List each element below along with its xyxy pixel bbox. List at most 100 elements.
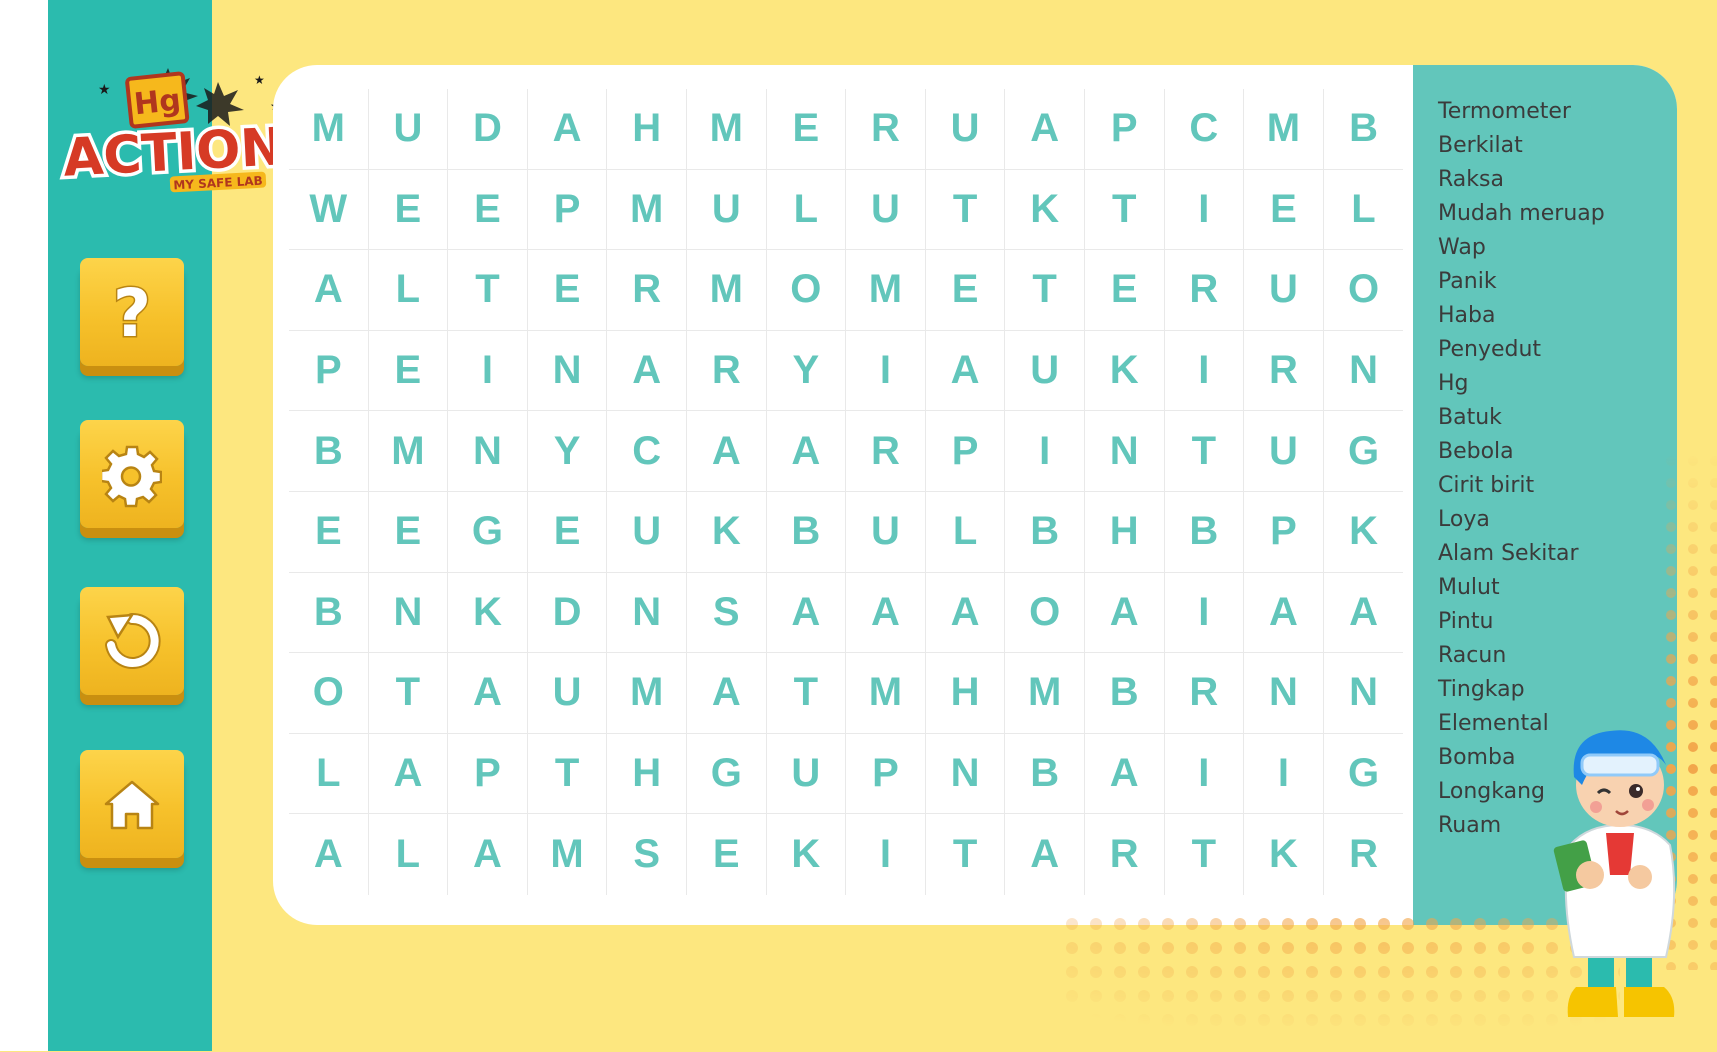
grid-cell[interactable]: A <box>1323 573 1404 654</box>
grid-cell[interactable]: N <box>527 330 608 412</box>
help-button[interactable]: ? <box>80 258 184 376</box>
grid-cell[interactable]: M <box>686 250 767 331</box>
grid-cell[interactable]: H <box>607 89 687 170</box>
grid-cell[interactable]: U <box>527 653 608 734</box>
grid-cell[interactable]: U <box>686 169 767 251</box>
grid-cell[interactable]: M <box>1005 653 1085 734</box>
grid-cell[interactable]: E <box>527 250 608 331</box>
grid-cell[interactable]: H <box>1084 491 1165 573</box>
grid-cell[interactable]: C <box>607 411 687 492</box>
grid-cell[interactable]: I <box>1164 330 1245 412</box>
grid-cell[interactable]: I <box>1005 411 1085 492</box>
grid-cell[interactable]: S <box>607 814 687 895</box>
grid-cell[interactable]: T <box>448 250 528 331</box>
grid-cell[interactable]: A <box>686 653 767 734</box>
grid-cell[interactable]: R <box>846 89 926 170</box>
grid-cell[interactable]: M <box>607 653 687 734</box>
grid-cell[interactable]: K <box>686 491 767 573</box>
grid-cell[interactable]: Y <box>527 411 608 492</box>
grid-cell[interactable]: I <box>1164 169 1245 251</box>
grid-cell[interactable]: L <box>766 169 847 251</box>
grid-cell[interactable]: M <box>686 89 767 170</box>
grid-cell[interactable]: B <box>1323 89 1404 170</box>
grid-cell[interactable]: K <box>1244 814 1324 895</box>
grid-cell[interactable]: I <box>846 814 926 895</box>
home-button[interactable] <box>80 750 184 868</box>
grid-cell[interactable]: W <box>289 169 369 251</box>
grid-cell[interactable]: R <box>686 330 767 412</box>
grid-cell[interactable]: R <box>1085 814 1165 895</box>
grid-cell[interactable]: R <box>846 411 926 492</box>
grid-cell[interactable]: O <box>1005 572 1085 654</box>
grid-cell[interactable]: A <box>607 330 687 412</box>
grid-cell[interactable]: G <box>1323 734 1404 815</box>
grid-cell[interactable]: Y <box>766 330 847 412</box>
grid-cell[interactable]: E <box>925 250 1006 331</box>
grid-cell[interactable]: G <box>1323 411 1404 492</box>
grid-cell[interactable]: A <box>289 814 369 895</box>
grid-cell[interactable]: P <box>846 733 926 815</box>
grid-cell[interactable]: A <box>368 733 449 815</box>
settings-button[interactable] <box>80 420 184 538</box>
grid-cell[interactable]: I <box>1244 733 1324 815</box>
grid-cell[interactable]: U <box>1244 250 1324 331</box>
grid-cell[interactable]: T <box>926 814 1006 895</box>
grid-cell[interactable]: R <box>1324 814 1404 895</box>
grid-cell[interactable]: L <box>1323 170 1404 251</box>
grid-cell[interactable]: A <box>448 653 528 734</box>
grid-cell[interactable]: B <box>1084 653 1165 734</box>
grid-cell[interactable]: D <box>527 572 608 654</box>
grid-cell[interactable]: A <box>766 411 847 492</box>
grid-cell[interactable]: H <box>607 733 687 815</box>
grid-cell[interactable]: O <box>766 250 847 331</box>
grid-cell[interactable]: R <box>1164 653 1245 734</box>
grid-cell[interactable]: E <box>1084 250 1165 331</box>
grid-cell[interactable]: A <box>289 250 369 331</box>
grid-cell[interactable]: C <box>1164 89 1245 170</box>
grid-cell[interactable]: S <box>686 572 767 654</box>
grid-cell[interactable]: T <box>1005 250 1085 331</box>
grid-cell[interactable]: L <box>289 733 369 815</box>
grid-cell[interactable]: M <box>607 169 687 251</box>
grid-cell[interactable]: U <box>766 733 847 815</box>
grid-cell[interactable]: E <box>1244 169 1324 251</box>
grid-cell[interactable]: A <box>1244 572 1324 654</box>
grid-cell[interactable]: M <box>368 411 449 492</box>
grid-cell[interactable]: A <box>766 572 847 654</box>
grid-cell[interactable]: U <box>607 491 687 573</box>
grid-cell[interactable]: A <box>527 89 608 170</box>
grid-cell[interactable]: B <box>1164 491 1245 573</box>
grid-cell[interactable]: L <box>925 491 1006 573</box>
grid-cell[interactable]: N <box>1084 411 1165 492</box>
grid-cell[interactable]: E <box>527 491 608 573</box>
grid-cell[interactable]: E <box>687 814 767 895</box>
grid-cell[interactable]: U <box>846 491 926 573</box>
restart-button[interactable] <box>80 587 184 705</box>
grid-cell[interactable]: T <box>1084 169 1165 251</box>
grid-cell[interactable]: D <box>448 89 528 170</box>
grid-cell[interactable]: E <box>289 491 369 573</box>
grid-cell[interactable]: T <box>1165 814 1245 895</box>
grid-cell[interactable]: E <box>448 169 528 251</box>
grid-cell[interactable]: R <box>607 250 687 331</box>
grid-cell[interactable]: N <box>1244 653 1324 734</box>
grid-cell[interactable]: A <box>925 330 1006 412</box>
grid-cell[interactable]: M <box>1244 89 1324 170</box>
grid-cell[interactable]: O <box>289 653 369 734</box>
grid-cell[interactable]: R <box>1164 250 1245 331</box>
grid-cell[interactable]: K <box>1323 492 1404 573</box>
grid-cell[interactable]: M <box>846 653 926 734</box>
grid-cell[interactable]: K <box>1084 330 1165 412</box>
grid-cell[interactable]: U <box>1005 330 1085 412</box>
grid-cell[interactable]: I <box>1164 572 1245 654</box>
grid-cell[interactable]: U <box>846 169 926 251</box>
grid-cell[interactable]: A <box>686 411 767 492</box>
grid-cell[interactable]: N <box>368 572 449 654</box>
grid-cell[interactable]: A <box>1005 814 1085 895</box>
grid-cell[interactable]: B <box>766 491 847 573</box>
grid-cell[interactable]: B <box>289 572 369 654</box>
grid-cell[interactable]: M <box>289 89 369 170</box>
grid-cell[interactable]: P <box>1244 491 1324 573</box>
grid-cell[interactable]: E <box>766 89 847 170</box>
grid-cell[interactable]: I <box>448 330 528 412</box>
